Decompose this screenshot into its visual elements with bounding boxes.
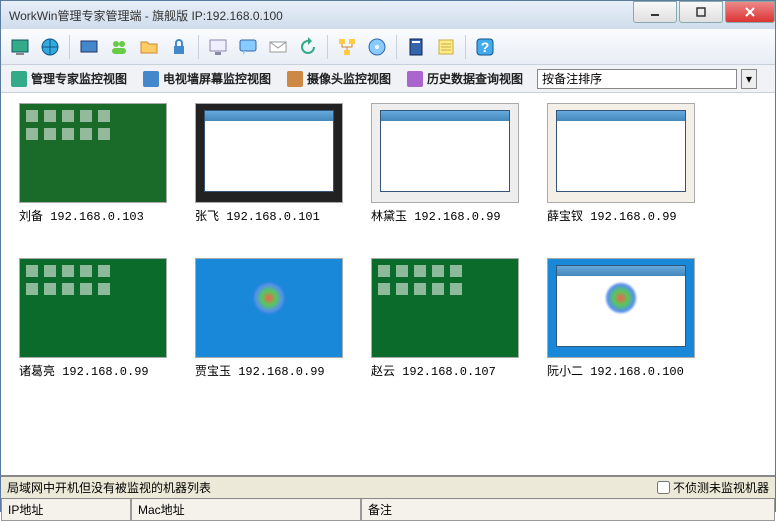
- network-icon[interactable]: [334, 34, 360, 60]
- screen-thumbnail[interactable]: 薛宝钗 192.168.0.99: [547, 103, 695, 224]
- help-icon[interactable]: ?: [472, 34, 498, 60]
- screen-thumbnail[interactable]: 张飞 192.168.0.101: [195, 103, 343, 224]
- thumbnail-image[interactable]: [547, 258, 695, 358]
- thumbnail-caption: 刘备 192.168.0.103: [19, 207, 167, 224]
- thumbnail-image[interactable]: [19, 258, 167, 358]
- mail-icon[interactable]: [265, 34, 291, 60]
- dropdown-icon[interactable]: ▾: [741, 69, 757, 89]
- view-tabs: 管理专家监控视图 电视墙屏幕监控视图 摄像头监控视图 历史数据查询视图 ▾: [1, 65, 775, 93]
- tab-expert-monitor[interactable]: 管理专家监控视图: [5, 67, 133, 90]
- book-icon[interactable]: [403, 34, 429, 60]
- tab-tvwall-monitor[interactable]: 电视墙屏幕监控视图: [137, 67, 277, 90]
- window-title: WorkWin管理专家管理端 - 旗舰版 IP:192.168.0.100: [9, 7, 283, 24]
- thumbnail-caption: 张飞 192.168.0.101: [195, 207, 343, 224]
- tab-icon: [407, 71, 423, 87]
- monitor-icon[interactable]: [7, 34, 33, 60]
- thumbnail-image[interactable]: [371, 258, 519, 358]
- list-icon[interactable]: [433, 34, 459, 60]
- thumbnail-caption: 贾宝玉 192.168.0.99: [195, 362, 343, 379]
- close-button[interactable]: [725, 1, 775, 23]
- unmonitored-panel: 局域网中开机但没有被监视的机器列表 不侦测未监视机器 IP地址 Mac地址 备注: [1, 475, 775, 521]
- display-icon[interactable]: [205, 34, 231, 60]
- tab-icon: [11, 71, 27, 87]
- screen-icon[interactable]: [76, 34, 102, 60]
- thumbnail-caption: 赵云 192.168.0.107: [371, 362, 519, 379]
- unmonitored-table-header: IP地址 Mac地址 备注: [1, 498, 775, 521]
- tab-camera-monitor[interactable]: 摄像头监控视图: [281, 67, 397, 90]
- disc-icon[interactable]: [364, 34, 390, 60]
- screen-thumbnail[interactable]: 诸葛亮 192.168.0.99: [19, 258, 167, 379]
- detect-checkbox-label[interactable]: 不侦测未监视机器: [657, 479, 769, 496]
- screen-thumbnail[interactable]: 阮小二 192.168.0.100: [547, 258, 695, 379]
- panel-title: 局域网中开机但没有被监视的机器列表: [7, 479, 211, 496]
- thumbnail-image[interactable]: [547, 103, 695, 203]
- tab-history-query[interactable]: 历史数据查询视图: [401, 67, 529, 90]
- chat-icon[interactable]: [235, 34, 261, 60]
- window-controls: [631, 1, 775, 29]
- thumbnail-image[interactable]: [195, 258, 343, 358]
- thumbnail-image[interactable]: [195, 103, 343, 203]
- lock-icon[interactable]: [166, 34, 192, 60]
- thumbnail-grid-area: 刘备 192.168.0.103 张飞 192.168.0.101 林黛玉 192.…: [1, 93, 775, 475]
- thumbnail-image[interactable]: [19, 103, 167, 203]
- tab-icon: [287, 71, 303, 87]
- globe-icon[interactable]: [37, 34, 63, 60]
- thumbnail-image[interactable]: [371, 103, 519, 203]
- thumbnail-caption: 林黛玉 192.168.0.99: [371, 207, 519, 224]
- thumbnail-caption: 薛宝钗 192.168.0.99: [547, 207, 695, 224]
- screen-thumbnail[interactable]: 刘备 192.168.0.103: [19, 103, 167, 224]
- refresh-icon[interactable]: [295, 34, 321, 60]
- maximize-button[interactable]: [679, 1, 723, 23]
- titlebar: WorkWin管理专家管理端 - 旗舰版 IP:192.168.0.100: [1, 1, 775, 29]
- col-remark[interactable]: 备注: [361, 499, 775, 521]
- col-ip[interactable]: IP地址: [1, 499, 131, 521]
- thumbnail-caption: 阮小二 192.168.0.100: [547, 362, 695, 379]
- main-toolbar: ?: [1, 29, 775, 65]
- col-mac[interactable]: Mac地址: [131, 499, 361, 521]
- screen-thumbnail[interactable]: 贾宝玉 192.168.0.99: [195, 258, 343, 379]
- screen-thumbnail[interactable]: 赵云 192.168.0.107: [371, 258, 519, 379]
- minimize-button[interactable]: [633, 1, 677, 23]
- sort-select[interactable]: [537, 69, 737, 89]
- folder-icon[interactable]: [136, 34, 162, 60]
- users-icon[interactable]: [106, 34, 132, 60]
- tab-icon: [143, 71, 159, 87]
- thumbnail-caption: 诸葛亮 192.168.0.99: [19, 362, 167, 379]
- screen-thumbnail[interactable]: 林黛玉 192.168.0.99: [371, 103, 519, 224]
- svg-text:?: ?: [481, 39, 490, 55]
- detect-checkbox[interactable]: [657, 481, 670, 494]
